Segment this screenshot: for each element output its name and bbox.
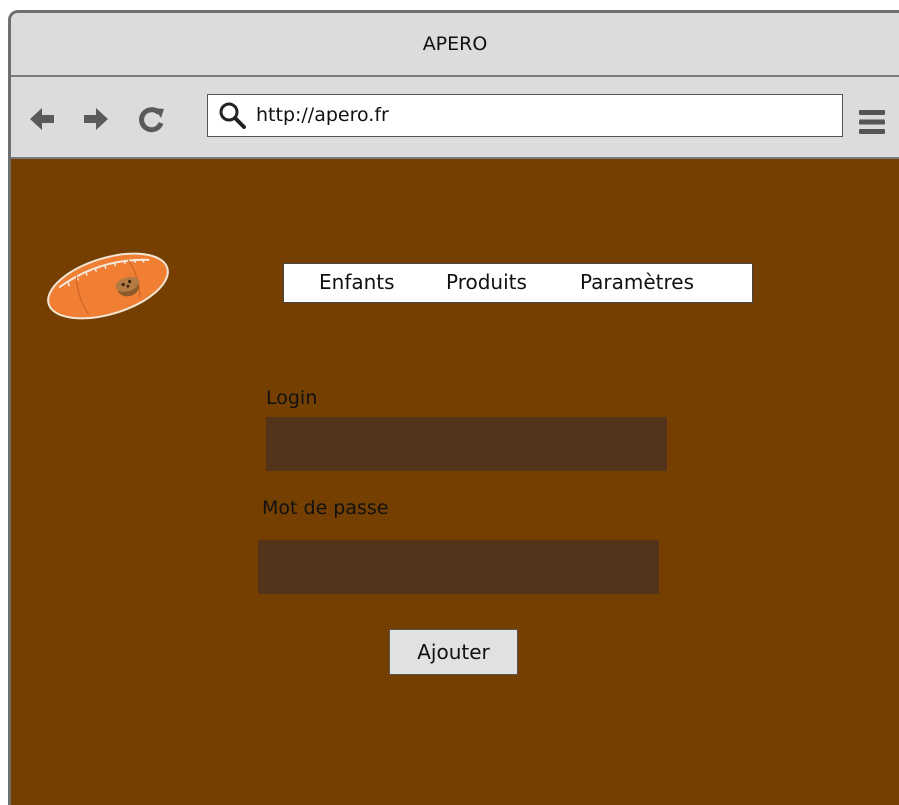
ajouter-button[interactable]: Ajouter bbox=[389, 629, 518, 675]
password-label: Mot de passe bbox=[262, 497, 389, 519]
browser-window: APERO http://apero.fr Enfants Produits P… bbox=[8, 10, 899, 805]
window-titlebar: APERO bbox=[11, 13, 899, 77]
nav-item-produits[interactable]: Produits bbox=[446, 264, 527, 301]
login-label: Login bbox=[266, 387, 318, 409]
back-arrow-icon[interactable] bbox=[27, 104, 57, 134]
browser-toolbar: http://apero.fr bbox=[11, 77, 899, 159]
main-navigation: Enfants Produits Paramètres bbox=[283, 263, 753, 303]
football-muffin-logo bbox=[47, 252, 169, 320]
search-icon bbox=[219, 102, 246, 129]
address-bar[interactable]: http://apero.fr bbox=[207, 94, 843, 137]
url-text: http://apero.fr bbox=[256, 104, 389, 126]
menu-icon[interactable] bbox=[857, 107, 887, 137]
password-input[interactable] bbox=[258, 540, 659, 594]
login-input[interactable] bbox=[266, 417, 667, 471]
reload-icon[interactable] bbox=[137, 104, 167, 134]
page-content: Enfants Produits Paramètres Login Mot de… bbox=[11, 159, 899, 805]
window-title: APERO bbox=[422, 33, 488, 55]
forward-arrow-icon[interactable] bbox=[81, 104, 111, 134]
nav-item-parametres[interactable]: Paramètres bbox=[580, 264, 694, 301]
nav-item-enfants[interactable]: Enfants bbox=[319, 264, 395, 301]
